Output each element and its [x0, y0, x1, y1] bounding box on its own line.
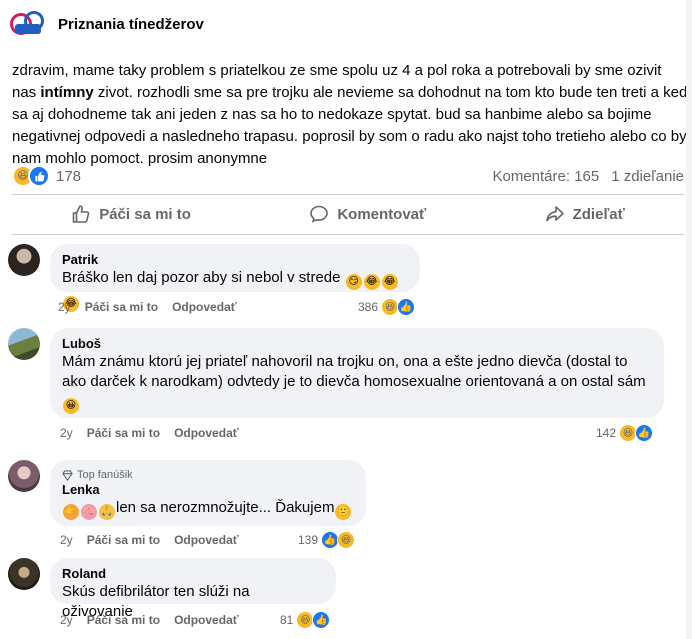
laugh-emoji-icon: 😂	[381, 274, 398, 290]
like-button[interactable]: Páči sa mi to	[71, 204, 191, 224]
comments-count[interactable]: Komentáre: 165	[492, 168, 599, 185]
comment-roland: Roland Skús defibrilátor ten slúži na ož…	[8, 558, 688, 634]
reactions-summary: 😆 178 Komentáre: 165 1 zdieľanie	[12, 165, 684, 187]
like-reaction-icon: 👍	[635, 424, 654, 442]
comment-text-content: len sa nerozmnožujte... Ďakujem	[116, 499, 335, 516]
comment-button[interactable]: Komentovať	[309, 204, 426, 224]
avatar[interactable]	[8, 460, 40, 492]
divider	[12, 194, 684, 195]
badge-label: Top fanúšik	[77, 469, 133, 481]
share-label: Zdieľať	[572, 205, 625, 223]
comment-author[interactable]: Lenka	[62, 482, 354, 498]
like-reaction-icon: 👍	[397, 298, 416, 316]
comment-bubble: Top fanúšik Lenka 👉 🧠 🙏 len sa nerozmnožujt…	[50, 460, 366, 526]
comment-reply-link[interactable]: Odpovedať	[174, 532, 238, 548]
post-actions: Páči sa mi to Komentovať Zdieľať	[12, 198, 684, 230]
like-reaction-icon	[28, 165, 50, 187]
grin-emoji-icon: 😏	[345, 274, 362, 290]
comment-like-link[interactable]: Páči sa mi to	[85, 299, 158, 315]
brain-emoji-icon: 🧠	[81, 504, 97, 520]
praying-hands-emoji-icon: 🙏	[99, 504, 115, 520]
comment-text-content: Bráško len daj pozor aby si nebol v stre…	[62, 269, 341, 286]
comment-reaction-count: 386	[358, 300, 379, 314]
comment-meta: 2y Páči sa mi to Odpovedať	[58, 299, 237, 315]
comment-meta: 2y Páči sa mi to Odpovedať	[60, 532, 239, 548]
post-text-bold: intímny	[40, 84, 94, 101]
comment-meta: 2y Páči sa mi to Odpovedať	[60, 612, 239, 628]
comment-time[interactable]: 2y	[58, 299, 71, 315]
post-text-part-2: zivot. rozhodli sme sa pre trojku ale ne…	[12, 84, 688, 167]
comment-reaction-count: 81	[280, 613, 294, 627]
comment-meta: 2y Páči sa mi to Odpovedať	[60, 425, 239, 441]
smile-emoji-icon: 🙂	[335, 504, 352, 520]
thumbs-up-icon	[72, 205, 90, 223]
reaction-icons[interactable]: 😆	[12, 165, 50, 187]
reaction-count[interactable]: 178	[56, 168, 81, 185]
page-name[interactable]: Priznania tínedžerov	[58, 16, 204, 33]
shares-count[interactable]: 1 zdieľanie	[611, 168, 684, 185]
comment-bubble: Patrik Bráško len daj pozor aby si nebol…	[50, 244, 420, 312]
pointing-hand-emoji-icon: 👉	[63, 504, 79, 520]
comment-author[interactable]: Roland	[62, 566, 324, 582]
page-logo[interactable]	[8, 9, 48, 39]
comment-text: 👉 🧠 🙏 len sa nerozmnožujte... Ďakujem 🙂	[62, 498, 354, 520]
post-text: zdravim, mame taky problem s priatelkou …	[12, 60, 688, 170]
haha-reaction-icon: 😆	[337, 531, 356, 549]
comment-lenka: Top fanúšik Lenka 👉 🧠 🙏 len sa nerozmnožujt…	[8, 460, 688, 549]
comment-reaction-count: 142	[596, 426, 617, 440]
comment-bubble: Roland Skús defibrilátor ten slúži na ož…	[50, 558, 336, 620]
comment-text: Mám známu ktorú jej priateľ nahovoril na…	[62, 352, 652, 414]
comment-reply-link[interactable]: Odpovedať	[174, 612, 238, 628]
speech-bubble-icon	[310, 205, 329, 223]
avatar[interactable]	[8, 328, 40, 360]
comment-reactions[interactable]: 386 😆 👍	[358, 298, 416, 316]
top-fan-badge: Top fanúšik	[62, 468, 354, 482]
comment-reactions[interactable]: 139 👍 😆	[298, 531, 356, 549]
comment-patrik: Patrik Bráško len daj pozor aby si nebol…	[8, 244, 688, 322]
share-arrow-icon	[545, 206, 564, 222]
like-reaction-icon: 👍	[312, 611, 331, 629]
comment-author[interactable]: Luboš	[62, 336, 652, 352]
comment-lubos: Luboš Mám známu ktorú jej priateľ nahovo…	[8, 328, 688, 448]
comment-like-link[interactable]: Páči sa mi to	[87, 612, 160, 628]
comment-bubble: Luboš Mám známu ktorú jej priateľ nahovo…	[50, 328, 664, 418]
comment-reactions[interactable]: 142 😆 👍	[596, 424, 654, 442]
laugh-emoji-icon: 😂	[363, 274, 380, 290]
divider	[12, 234, 684, 235]
comment-like-link[interactable]: Páči sa mi to	[87, 425, 160, 441]
post-header: Priznania tínedžerov	[8, 8, 204, 40]
comment-reply-link[interactable]: Odpovedať	[174, 425, 238, 441]
avatar[interactable]	[8, 244, 40, 276]
comment-label: Komentovať	[337, 205, 427, 223]
comment-time[interactable]: 2y	[60, 425, 73, 441]
comment-text-content: Mám známu ktorú jej priateľ nahovoril na…	[62, 353, 646, 390]
diamond-icon	[62, 469, 73, 481]
avatar[interactable]	[8, 558, 40, 590]
comment-reactions[interactable]: 81 😆 👍	[280, 611, 331, 629]
smile-emoji-icon: 😀	[63, 398, 79, 414]
comment-time[interactable]: 2y	[60, 612, 73, 628]
comment-author[interactable]: Patrik	[62, 252, 408, 268]
comment-reaction-count: 139	[298, 533, 319, 547]
share-button[interactable]: Zdieľať	[545, 204, 625, 224]
comment-time[interactable]: 2y	[60, 532, 73, 548]
scrollbar[interactable]	[686, 0, 692, 639]
comment-reply-link[interactable]: Odpovedať	[172, 299, 236, 315]
comment-like-link[interactable]: Páči sa mi to	[87, 532, 160, 548]
like-label: Páči sa mi to	[99, 205, 191, 223]
